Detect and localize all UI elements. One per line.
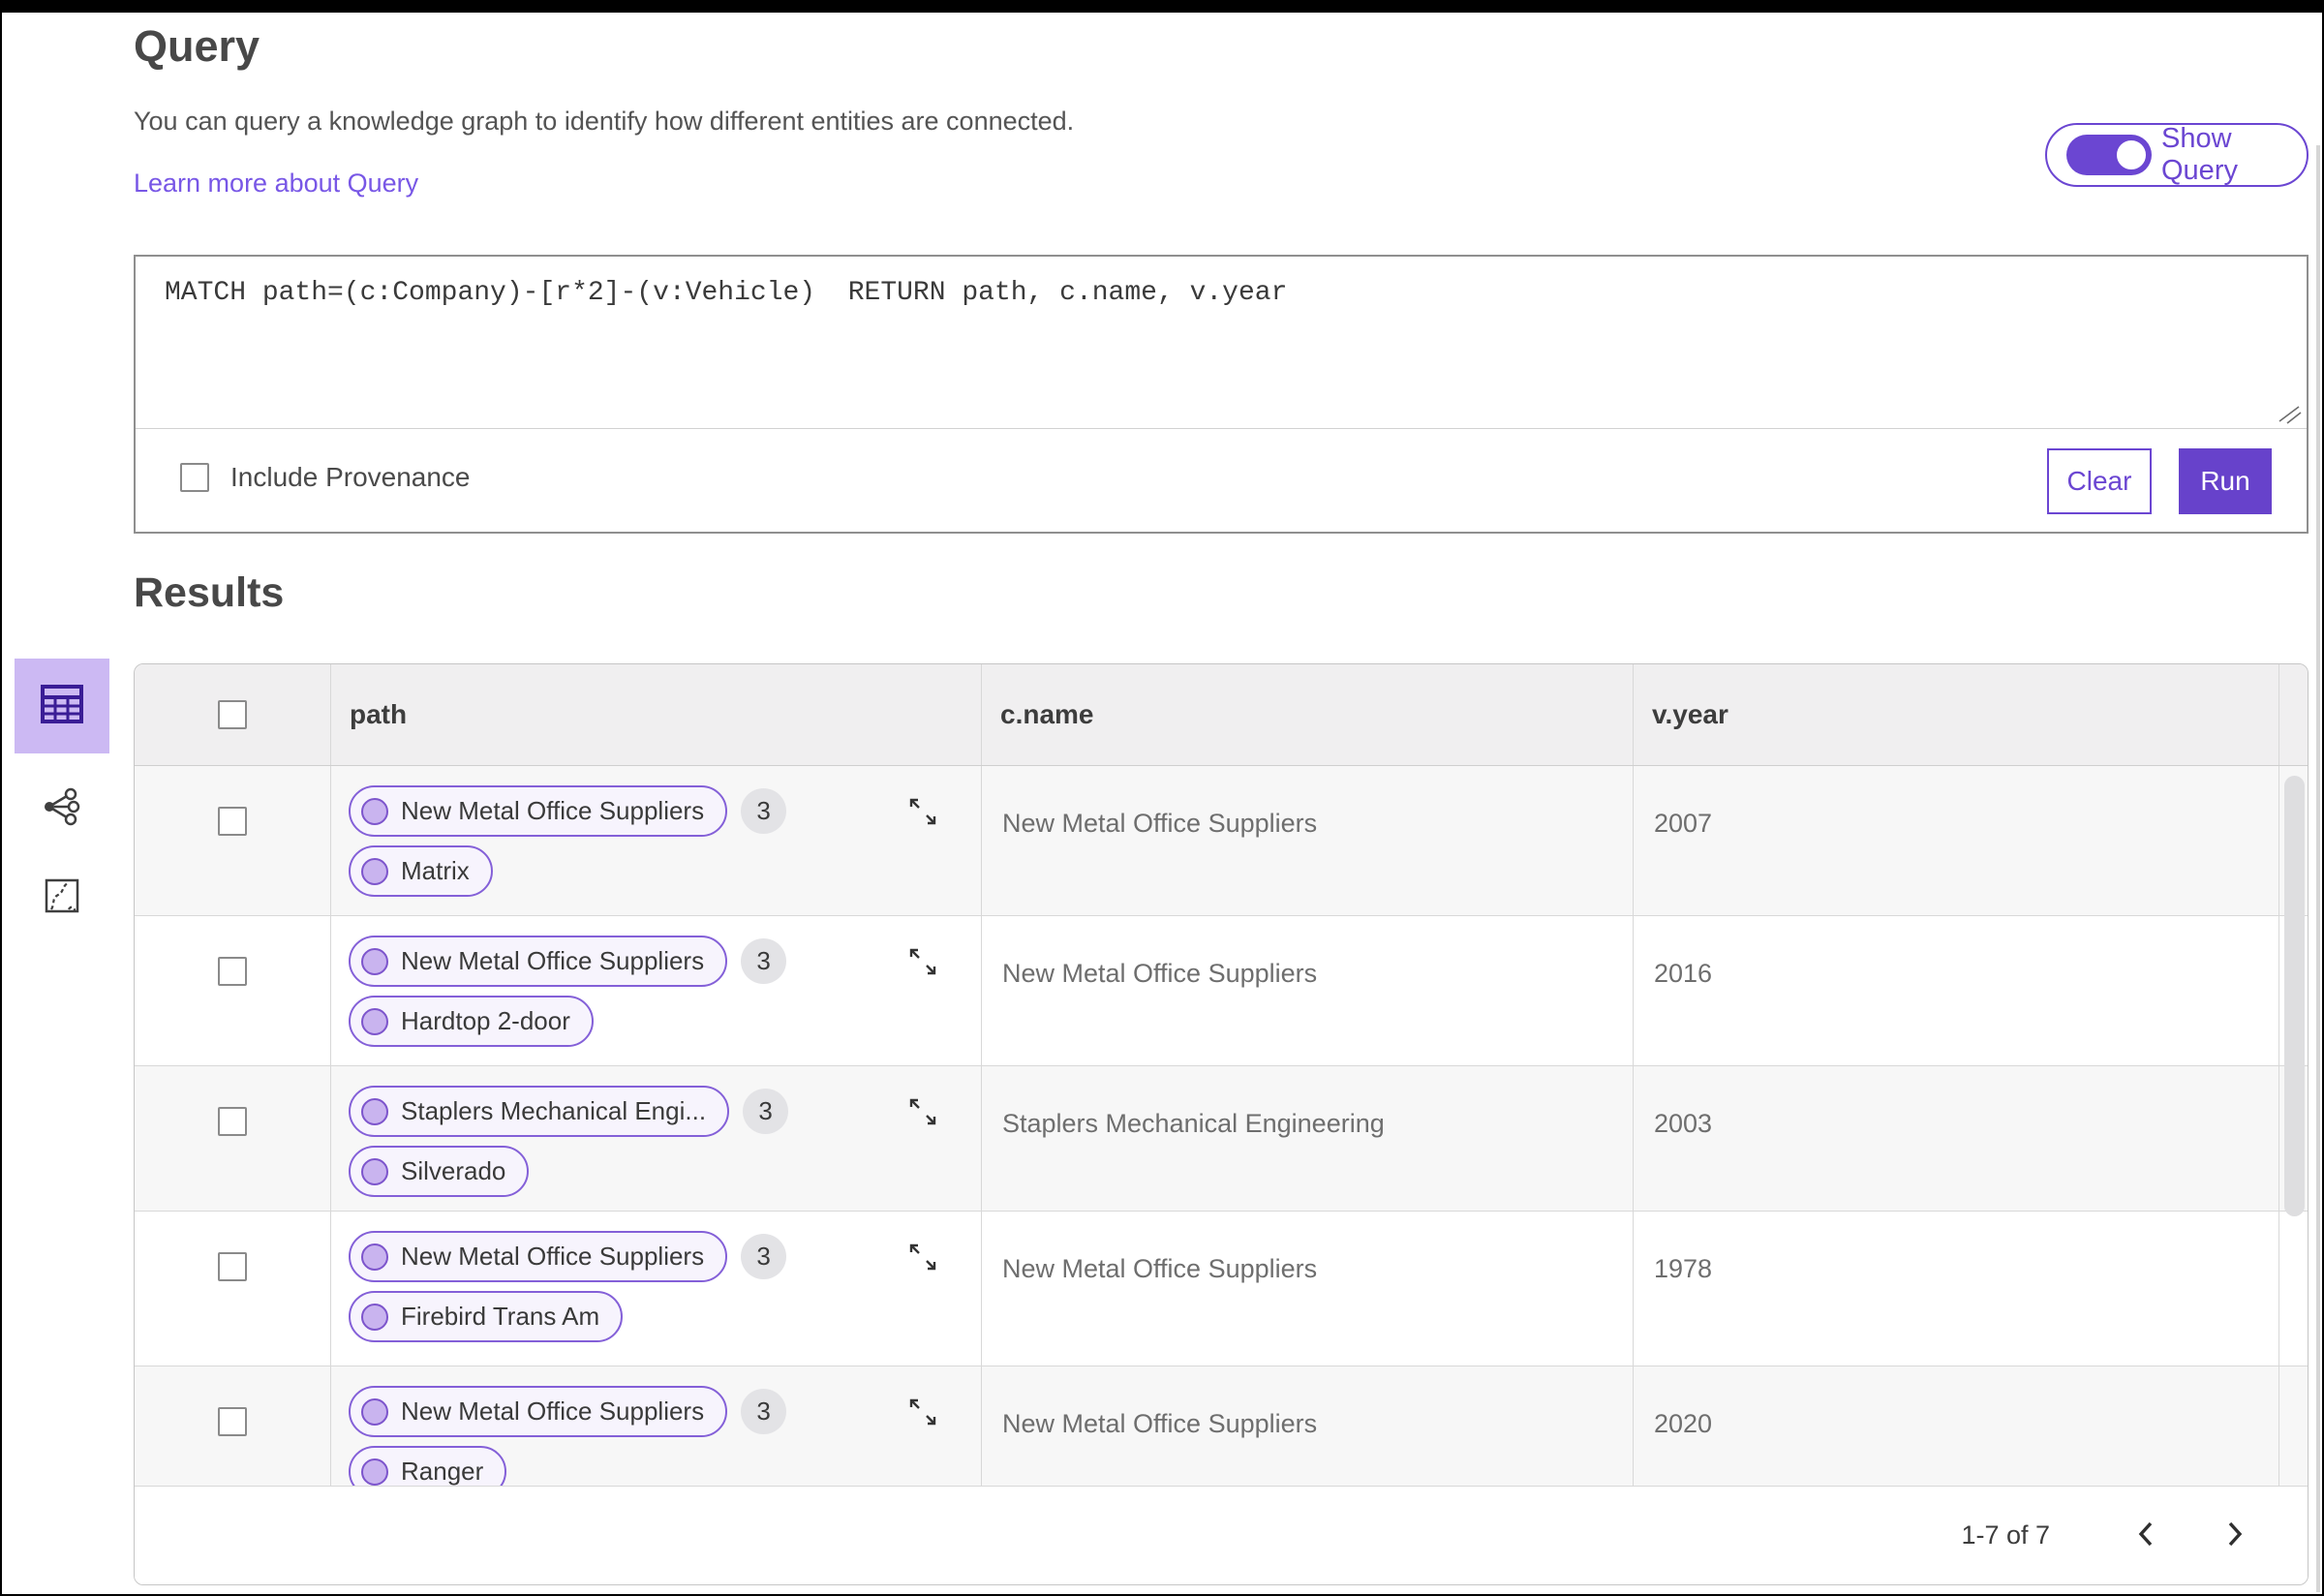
table-scrollbar-thumb[interactable] [2284, 776, 2305, 1216]
chevron-right-icon [2224, 1519, 2246, 1552]
v-year-cell: 2007 [1633, 766, 2278, 915]
window-top-bar [0, 0, 2324, 13]
graph-view-button[interactable] [15, 775, 109, 843]
map-route-icon [44, 877, 80, 919]
select-all-checkbox[interactable] [218, 700, 247, 729]
column-header-c-name[interactable]: c.name [982, 699, 1094, 730]
expand-path-icon[interactable] [905, 1240, 940, 1274]
table-row: New Metal Office Suppliers 3 Matrix New … [135, 766, 2308, 916]
c-name-cell: New Metal Office Suppliers [981, 916, 1633, 1065]
clear-button[interactable]: Clear [2047, 448, 2152, 514]
node-dot-icon [361, 947, 388, 975]
chevron-left-icon [2135, 1519, 2156, 1552]
next-page-button[interactable] [2213, 1514, 2257, 1558]
node-dot-icon [361, 1303, 388, 1331]
table-row: New Metal Office Suppliers 3 Firebird Tr… [135, 1212, 2308, 1366]
v-year-cell: 1978 [1633, 1212, 2278, 1366]
row-checkbox[interactable] [218, 1107, 247, 1136]
node-dot-icon [361, 797, 388, 825]
run-button[interactable]: Run [2179, 448, 2272, 514]
expand-path-icon[interactable] [905, 794, 940, 829]
table-row: New Metal Office Suppliers 3 Hardtop 2-d… [135, 916, 2308, 1066]
c-name-cell: New Metal Office Suppliers [981, 1366, 1633, 1488]
expand-path-icon[interactable] [905, 1395, 940, 1429]
row-checkbox[interactable] [218, 807, 247, 836]
path-node-pill[interactable]: Matrix [349, 845, 493, 897]
results-title: Results [134, 569, 285, 616]
path-count-badge: 3 [743, 1089, 789, 1134]
path-count-badge: 3 [741, 1389, 787, 1434]
page-title: Query [134, 21, 260, 71]
v-year-cell: 2003 [1633, 1066, 2278, 1211]
path-node-pill[interactable]: New Metal Office Suppliers [349, 1231, 728, 1282]
path-node-pill[interactable]: Ranger [349, 1446, 507, 1488]
expand-path-icon[interactable] [905, 944, 940, 979]
expand-path-icon[interactable] [905, 1094, 940, 1129]
query-textarea[interactable]: MATCH path=(c:Company)-[r*2]-(v:Vehicle)… [136, 257, 2307, 426]
path-count-badge: 3 [741, 788, 787, 834]
include-provenance-option: Include Provenance [180, 462, 471, 493]
column-header-path[interactable]: path [331, 699, 407, 730]
node-dot-icon [361, 1397, 388, 1426]
page-scrollbar[interactable] [2316, 145, 2320, 1592]
path-node-pill[interactable]: New Metal Office Suppliers [349, 785, 728, 837]
c-name-cell: New Metal Office Suppliers [981, 1212, 1633, 1366]
node-dot-icon [361, 1458, 388, 1486]
c-name-cell: New Metal Office Suppliers [981, 766, 1633, 915]
table-row: New Metal Office Suppliers 3 Ranger New … [135, 1366, 2308, 1488]
previous-page-button[interactable] [2124, 1514, 2168, 1558]
include-provenance-checkbox[interactable] [180, 463, 209, 492]
toggle-switch-icon[interactable] [2066, 135, 2152, 175]
show-query-toggle[interactable]: Show Query [2045, 123, 2309, 187]
row-checkbox[interactable] [218, 1407, 247, 1436]
c-name-cell: Staplers Mechanical Engineering [981, 1066, 1633, 1211]
map-view-button[interactable] [15, 864, 109, 932]
node-dot-icon [361, 1243, 388, 1271]
page-description: You can query a knowledge graph to ident… [134, 107, 1075, 136]
include-provenance-label: Include Provenance [230, 462, 471, 492]
table-icon [39, 683, 85, 730]
pagination-range-label: 1-7 of 7 [1961, 1520, 2050, 1550]
path-node-pill[interactable]: Staplers Mechanical Engi... [349, 1086, 730, 1137]
results-view-switcher [15, 659, 109, 932]
path-node-pill[interactable]: Hardtop 2-door [349, 996, 594, 1047]
table-pagination: 1-7 of 7 [135, 1486, 2308, 1584]
node-dot-icon [361, 1007, 388, 1035]
query-page: Query You can query a knowledge graph to… [0, 0, 2324, 1596]
column-header-v-year[interactable]: v.year [1634, 699, 1728, 730]
table-header-row: path c.name v.year [135, 664, 2308, 766]
path-node-pill[interactable]: Silverado [349, 1146, 530, 1197]
path-count-badge: 3 [741, 1234, 787, 1279]
path-node-pill[interactable]: New Metal Office Suppliers [349, 936, 728, 987]
textarea-resize-handle-icon[interactable] [2278, 404, 2303, 430]
path-node-pill[interactable]: Firebird Trans Am [349, 1291, 624, 1342]
v-year-cell: 2020 [1633, 1366, 2278, 1488]
node-dot-icon [361, 1097, 388, 1125]
path-node-pill[interactable]: New Metal Office Suppliers [349, 1386, 728, 1437]
network-icon [42, 786, 82, 832]
query-editor-card: MATCH path=(c:Company)-[r*2]-(v:Vehicle)… [134, 255, 2309, 534]
path-count-badge: 3 [741, 938, 787, 984]
node-dot-icon [361, 857, 388, 885]
show-query-label: Show Query [2161, 123, 2238, 186]
v-year-cell: 2016 [1633, 916, 2278, 1065]
query-card-divider [136, 428, 2307, 429]
results-table: path c.name v.year New Metal Office Supp… [134, 663, 2309, 1585]
table-view-button[interactable] [15, 659, 109, 753]
row-checkbox[interactable] [218, 957, 247, 986]
learn-more-link[interactable]: Learn more about Query [134, 169, 418, 199]
table-row: Staplers Mechanical Engi... 3 Silverado … [135, 1066, 2308, 1212]
node-dot-icon [361, 1157, 388, 1185]
row-checkbox[interactable] [218, 1252, 247, 1281]
